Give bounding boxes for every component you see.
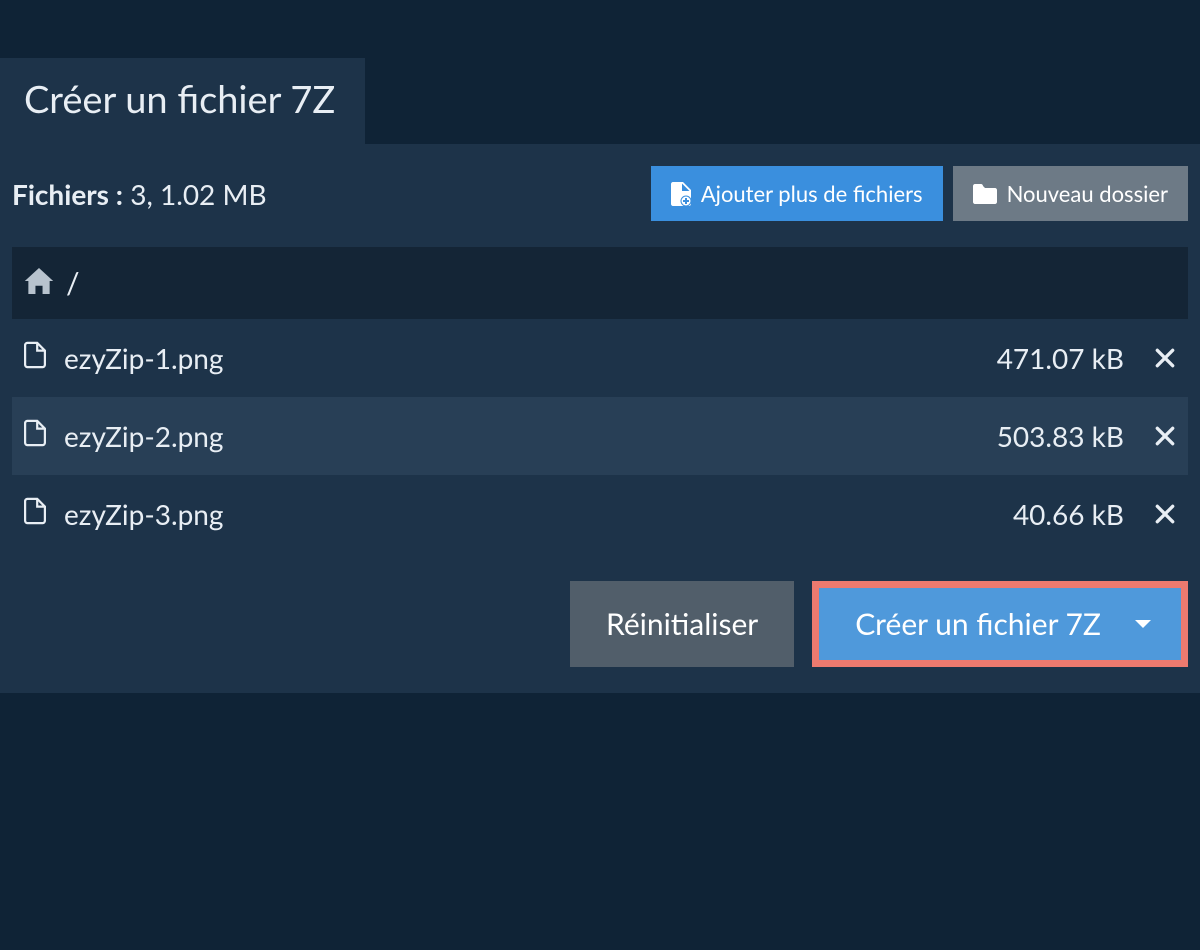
close-icon xyxy=(1154,425,1176,447)
tab-label: Créer un fichier 7Z xyxy=(24,76,335,122)
file-name: ezyZip-2.png xyxy=(64,419,979,453)
file-row: ezyZip-1.png 471.07 kB xyxy=(12,319,1188,397)
file-size: 503.83 kB xyxy=(997,419,1124,453)
file-name: ezyZip-1.png xyxy=(64,341,979,375)
files-summary: Fichiers : 3, 1.02 MB xyxy=(12,177,267,211)
file-icon xyxy=(24,497,46,531)
reset-button[interactable]: Réinitialiser xyxy=(570,581,794,667)
action-buttons: Ajouter plus de fichiers Nouveau dossier xyxy=(651,166,1188,221)
file-row: ezyZip-2.png 503.83 kB xyxy=(12,397,1188,475)
summary-row: Fichiers : 3, 1.02 MB Ajouter plus de fi… xyxy=(0,166,1200,247)
breadcrumb: / xyxy=(12,247,1188,319)
close-icon xyxy=(1154,503,1176,525)
new-folder-label: Nouveau dossier xyxy=(1007,180,1168,207)
remove-file-button[interactable] xyxy=(1154,425,1176,447)
close-icon xyxy=(1154,347,1176,369)
file-add-icon xyxy=(671,182,691,206)
tab-create-7z[interactable]: Créer un fichier 7Z xyxy=(0,58,365,144)
file-size: 40.66 kB xyxy=(1013,497,1124,531)
folder-icon xyxy=(973,184,997,204)
new-folder-button[interactable]: Nouveau dossier xyxy=(953,166,1188,221)
content-panel: Fichiers : 3, 1.02 MB Ajouter plus de fi… xyxy=(0,144,1200,693)
tab-bar: Créer un fichier 7Z xyxy=(0,0,1200,144)
remove-file-button[interactable] xyxy=(1154,347,1176,369)
files-summary-count: 3 xyxy=(130,177,146,211)
add-files-button[interactable]: Ajouter plus de fichiers xyxy=(651,166,943,221)
file-icon xyxy=(24,419,46,453)
create-label: Créer un fichier 7Z xyxy=(855,606,1101,642)
file-icon xyxy=(24,341,46,375)
page-wrap: Créer un fichier 7Z Fichiers : 3, 1.02 M… xyxy=(0,0,1200,693)
add-files-label: Ajouter plus de fichiers xyxy=(701,180,923,207)
reset-label: Réinitialiser xyxy=(606,606,758,642)
chevron-down-icon xyxy=(1135,620,1151,628)
files-summary-label: Fichiers : xyxy=(12,177,123,211)
create-7z-button[interactable]: Créer un fichier 7Z xyxy=(819,588,1181,660)
file-list: / ezyZip-1.png 471.07 kB xyxy=(12,247,1188,553)
home-icon[interactable] xyxy=(24,265,54,301)
file-size: 471.07 kB xyxy=(997,341,1124,375)
file-name: ezyZip-3.png xyxy=(64,497,995,531)
remove-file-button[interactable] xyxy=(1154,503,1176,525)
breadcrumb-separator: / xyxy=(66,265,80,301)
create-button-highlight: Créer un fichier 7Z xyxy=(812,581,1188,667)
footer-actions: Réinitialiser Créer un fichier 7Z xyxy=(0,553,1200,667)
file-row: ezyZip-3.png 40.66 kB xyxy=(12,475,1188,553)
files-summary-size: 1.02 MB xyxy=(160,177,267,211)
